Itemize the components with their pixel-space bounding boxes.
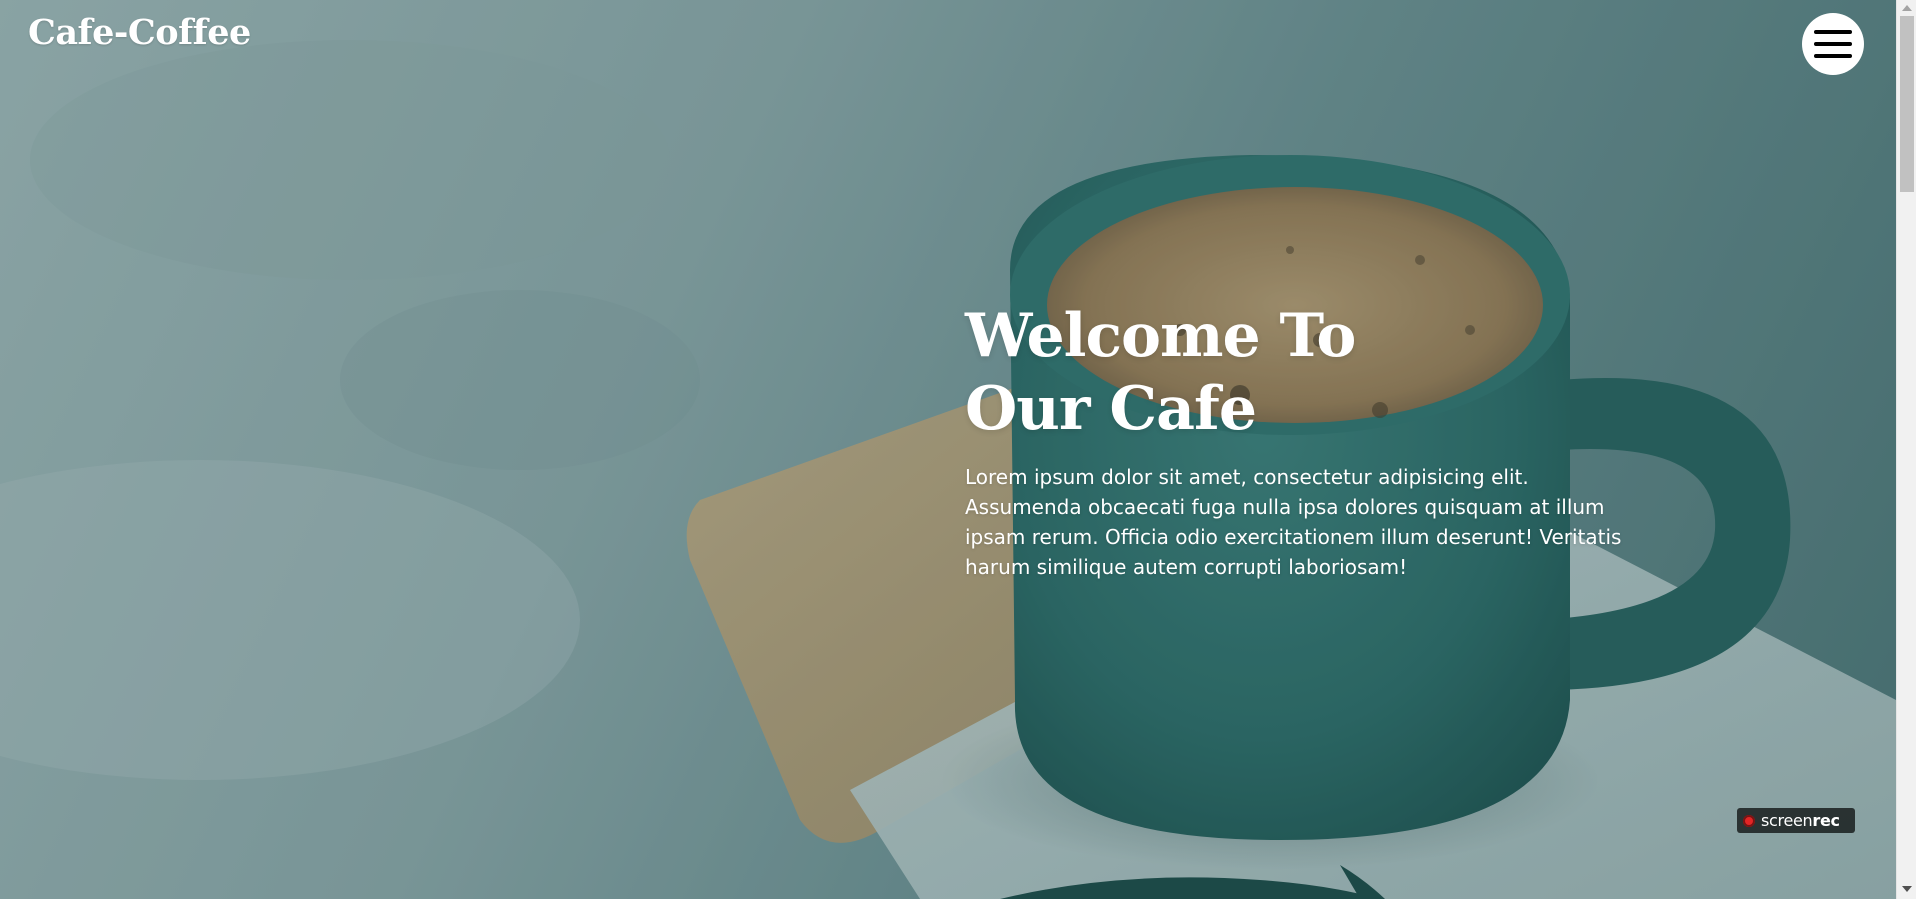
hamburger-menu-icon <box>1814 30 1852 58</box>
screenrec-label-part2: rec <box>1812 811 1840 830</box>
vertical-scrollbar[interactable] <box>1896 0 1916 899</box>
scroll-down-arrow-icon[interactable] <box>1902 886 1912 892</box>
hero-title: Welcome To Our Cafe <box>965 300 1625 446</box>
scroll-up-arrow-icon[interactable] <box>1902 5 1912 11</box>
hero-title-line-2: Our Cafe <box>965 374 1257 444</box>
screenrec-badge: screenrec <box>1737 808 1855 833</box>
menu-button[interactable] <box>1802 13 1864 75</box>
hero-description: Lorem ipsum dolor sit amet, consectetur … <box>965 465 1622 579</box>
scrollbar-thumb[interactable] <box>1900 16 1914 192</box>
record-dot-icon <box>1743 814 1755 827</box>
hero-title-line-1: Welcome To <box>965 301 1356 371</box>
screenrec-label-part1: screen <box>1761 811 1813 830</box>
hero-content: Welcome To Our Cafe Lorem ipsum dolor si… <box>965 300 1625 582</box>
hero-section: Cafe-Coffee Welcome To Our Cafe Lorem ip… <box>0 0 1896 899</box>
screenrec-label: screenrec <box>1761 811 1840 830</box>
site-logo[interactable]: Cafe-Coffee <box>28 12 251 53</box>
page-viewport: Cafe-Coffee Welcome To Our Cafe Lorem ip… <box>0 0 1916 899</box>
